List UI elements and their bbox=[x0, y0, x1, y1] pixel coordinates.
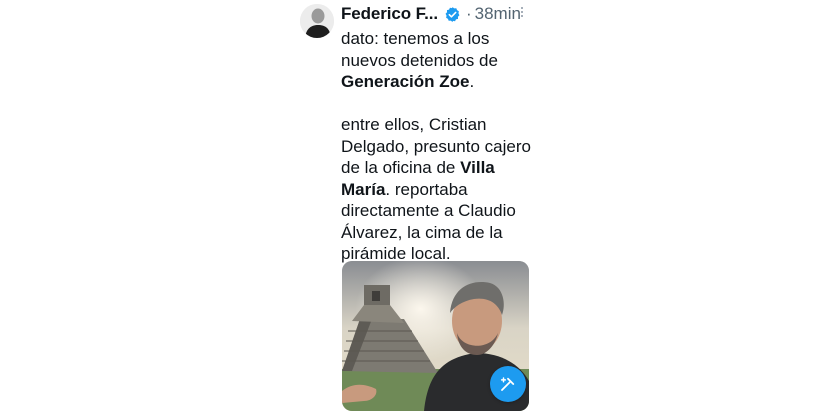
author-name[interactable]: Federico F... bbox=[341, 4, 438, 24]
avatar-photo bbox=[300, 4, 334, 38]
bold-text: Villa bbox=[460, 158, 495, 177]
text-line: entre ellos, Cristian bbox=[341, 115, 487, 134]
more-options-icon[interactable] bbox=[521, 7, 525, 19]
text-fragment: de la oficina de bbox=[341, 158, 461, 177]
text-line: directamente a Claudio bbox=[341, 201, 516, 220]
text-line: dato: tenemos a los bbox=[341, 29, 490, 48]
compose-tweet-button[interactable] bbox=[490, 366, 526, 402]
compose-tweet-icon bbox=[500, 377, 515, 391]
text-fragment: . reportaba bbox=[385, 179, 468, 199]
text-line: Generación Zoe. bbox=[341, 71, 541, 93]
tweet[interactable]: Federico F... · 38min dato: tenemos a lo… bbox=[300, 0, 541, 411]
verified-badge-icon bbox=[444, 6, 461, 23]
tweet-header: Federico F... · 38min bbox=[341, 3, 521, 25]
author-avatar[interactable] bbox=[300, 4, 334, 38]
text-line: de la oficina de Villa bbox=[341, 157, 541, 179]
text-line: nuevos detenidos de bbox=[341, 50, 498, 70]
tweet-timestamp[interactable]: 38min bbox=[475, 4, 521, 24]
hashtag-text: Generación Zoe bbox=[341, 72, 470, 91]
text-line: María. reportaba bbox=[341, 179, 541, 201]
text-line: Delgado, presunto cajero bbox=[341, 136, 531, 156]
text-line: Álvarez, la cima de la bbox=[341, 222, 503, 242]
tweet-text: dato: tenemos a los nuevos detenidos de … bbox=[341, 28, 541, 265]
bold-text: María bbox=[341, 179, 386, 199]
text-fragment: . bbox=[469, 72, 475, 91]
header-separator: · bbox=[465, 4, 472, 23]
